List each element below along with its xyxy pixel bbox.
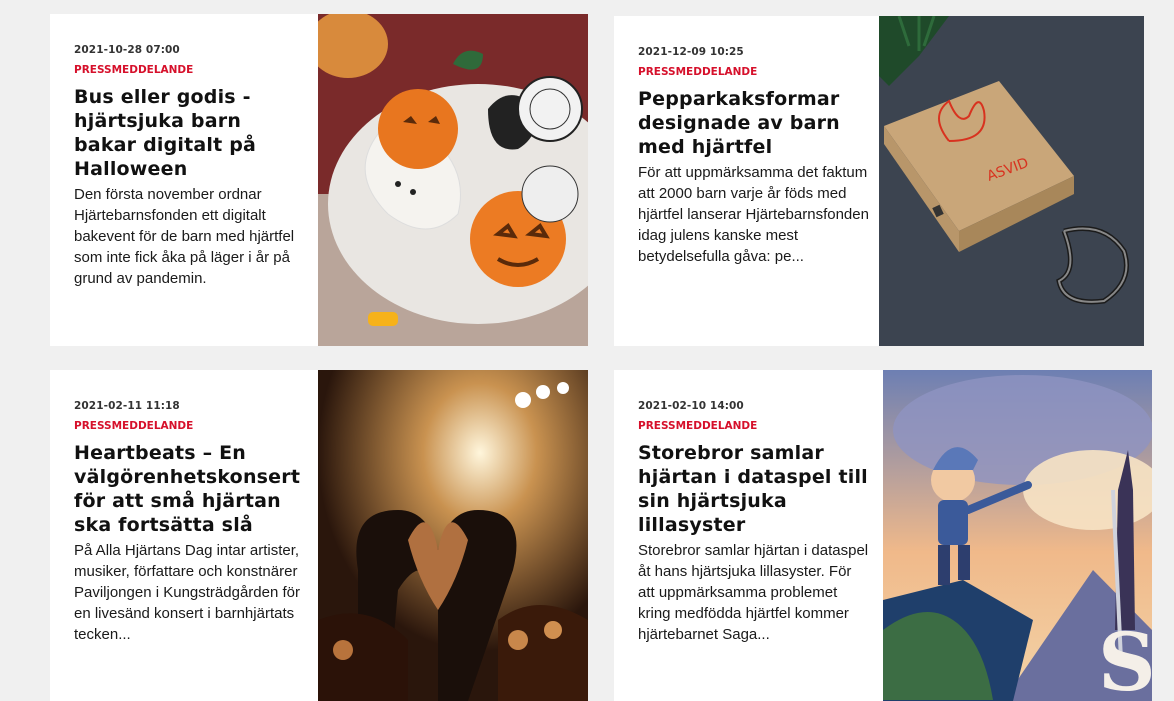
- news-card-text: 2021-10-28 07:00 PRESSMEDDELANDE Bus ell…: [74, 44, 306, 289]
- news-date: 2021-10-28 07:00: [74, 44, 180, 56]
- news-category[interactable]: PRESSMEDDELANDE: [74, 420, 306, 432]
- news-card[interactable]: 2021-12-09 10:25 PRESSMEDDELANDE Peppark…: [614, 16, 1144, 346]
- news-date: 2021-02-11 11:18: [74, 400, 180, 412]
- news-title[interactable]: Storebror samlar hjärtan i dataspel till…: [638, 441, 870, 537]
- halloween-cookies-photo[interactable]: [318, 14, 588, 346]
- news-date: 2021-02-10 14:00: [638, 400, 744, 412]
- news-date: 2021-12-09 10:25: [638, 46, 744, 58]
- news-excerpt: För att uppmärksamma det faktum att 2000…: [638, 164, 869, 265]
- news-title[interactable]: Heartbeats – En välgörenhetskonsert för …: [74, 441, 306, 537]
- news-card[interactable]: 2021-10-28 07:00 PRESSMEDDELANDE Bus ell…: [50, 14, 588, 346]
- news-title[interactable]: Bus eller godis - hjärtsjuka barn bakar …: [74, 85, 306, 181]
- news-excerpt: På Alla Hjärtans Dag intar artister, mus…: [74, 542, 300, 643]
- news-excerpt: Den första november ordnar Hjärtebarnsfo…: [74, 186, 295, 287]
- news-card[interactable]: 2021-02-10 14:00 PRESSMEDDELANDE Storebr…: [614, 370, 1152, 701]
- news-card[interactable]: 2021-02-11 11:18 PRESSMEDDELANDE Heartbe…: [50, 370, 588, 701]
- cookie-cutter-box-photo[interactable]: ASVID: [879, 16, 1144, 346]
- svg-text:S: S: [1098, 615, 1152, 701]
- news-category[interactable]: PRESSMEDDELANDE: [638, 66, 870, 78]
- game-hero-illustration[interactable]: S: [883, 370, 1152, 701]
- concert-heart-hands-photo[interactable]: [318, 370, 588, 701]
- news-excerpt: Storebror samlar hjärtan i dataspel åt h…: [638, 542, 869, 643]
- news-title[interactable]: Pepparkaksformar designade av barn med h…: [638, 87, 870, 159]
- news-card-text: 2021-02-10 14:00 PRESSMEDDELANDE Storebr…: [638, 400, 870, 645]
- news-card-text: 2021-12-09 10:25 PRESSMEDDELANDE Peppark…: [638, 46, 870, 267]
- news-card-text: 2021-02-11 11:18 PRESSMEDDELANDE Heartbe…: [74, 400, 306, 645]
- news-category[interactable]: PRESSMEDDELANDE: [638, 420, 870, 432]
- news-category[interactable]: PRESSMEDDELANDE: [74, 64, 306, 76]
